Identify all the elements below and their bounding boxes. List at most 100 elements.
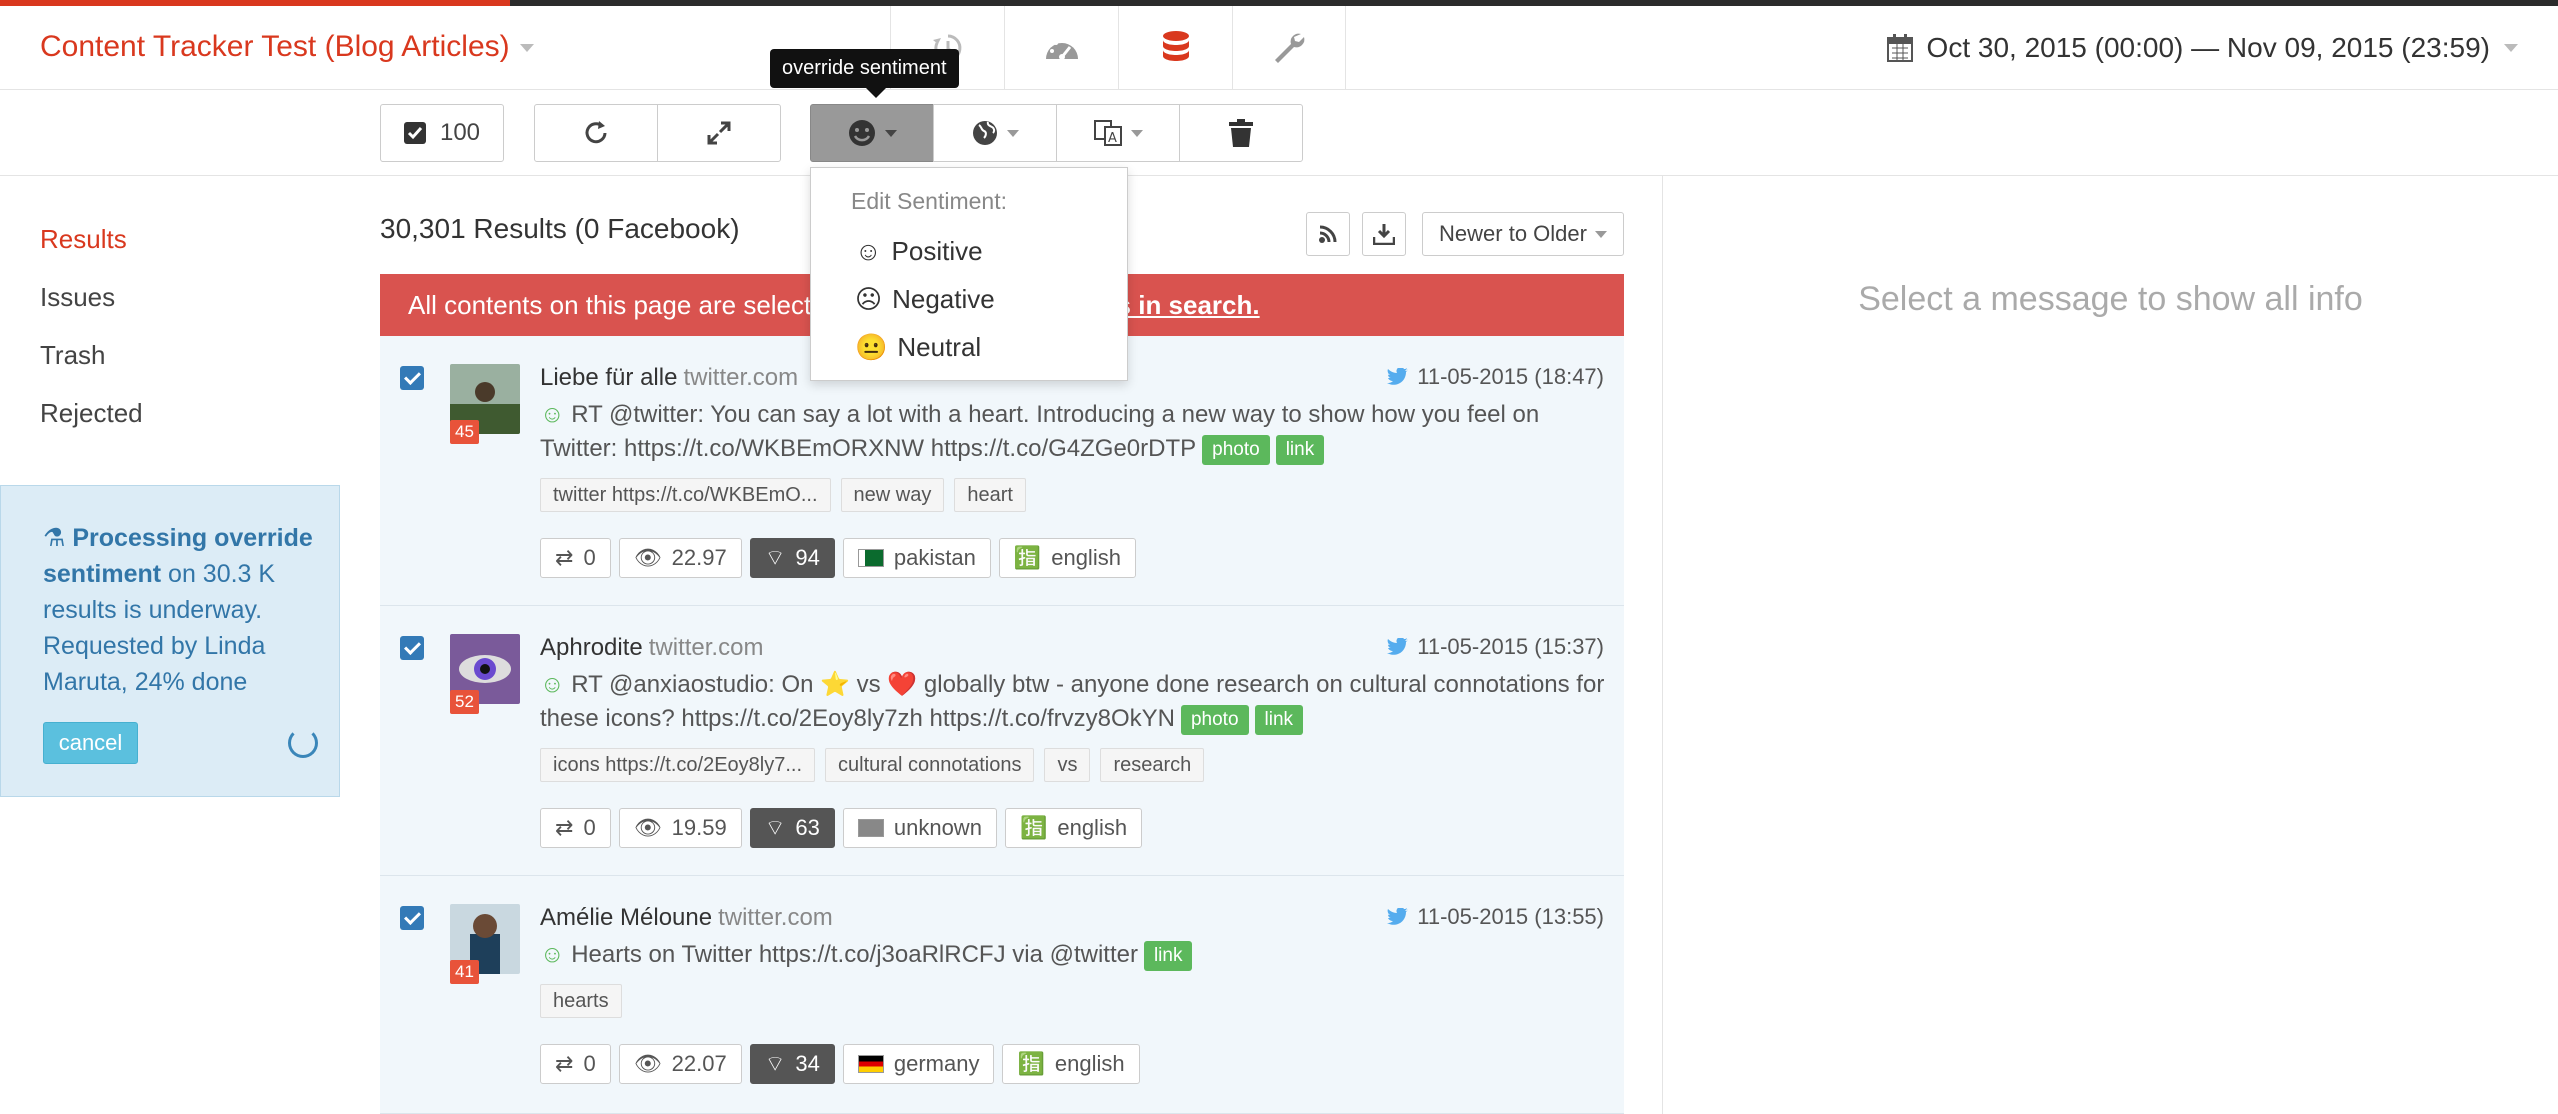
translate-icon: A (1094, 120, 1122, 146)
author-name[interactable]: Liebe für alle (540, 364, 677, 391)
chevron-down-icon (1131, 129, 1143, 137)
post-time-text: 11-05-2015 (13:55) (1417, 904, 1604, 929)
sidebar-item-issues[interactable]: Issues (40, 282, 143, 340)
sentiment-option-negative[interactable]: ☹ Negative (855, 275, 1127, 323)
sidebar-nav: Results Issues Trash Rejected (40, 224, 143, 456)
checkbox-icon (403, 122, 426, 144)
sidebar-item-rejected[interactable]: Rejected (40, 398, 143, 456)
tag[interactable]: hearts (540, 984, 622, 1018)
eye-icon: 👁 (633, 815, 662, 840)
select-all-button[interactable]: 100 (380, 104, 504, 162)
stat-row: ⇄ 0 👁 22.97 ⌔ 94 pakistan 🈯 english (540, 538, 1136, 578)
project-title: Content Tracker Test (Blog Articles) (40, 30, 510, 63)
app-header: Content Tracker Test (Blog Articles) Oct… (0, 6, 2558, 90)
message-text: ☺ Hearts on Twitter https://t.co/j3oaRlR… (540, 938, 1614, 972)
download-button[interactable] (1362, 212, 1406, 256)
language-stat[interactable]: 🈯 english (998, 538, 1136, 578)
language-stat[interactable]: 🈯 english (1002, 1044, 1140, 1084)
tag[interactable]: cultural connotations (825, 748, 1035, 782)
sidebar-item-trash[interactable]: Trash (40, 340, 143, 398)
chevron-down-icon (1007, 129, 1019, 137)
cancel-button[interactable]: cancel (43, 722, 138, 764)
retweet-icon: ⇄ (555, 1051, 574, 1076)
list-item[interactable]: 41 Amélie Méloune twitter.com 11-05-2015 … (380, 876, 1624, 1114)
tag[interactable]: twitter https://t.co/WKBEmO... (540, 478, 831, 512)
views-stat[interactable]: 👁 19.59 (618, 808, 742, 848)
tag-list: hearts (540, 984, 622, 1018)
post-time: 11-05-2015 (15:37) (1387, 634, 1604, 660)
flag-pakistan-icon (857, 549, 884, 567)
country-button[interactable] (933, 104, 1057, 162)
flag-germany-icon (857, 1055, 884, 1073)
expand-button[interactable] (657, 104, 781, 162)
sort-select[interactable]: Newer to Older (1422, 212, 1624, 256)
view-button-group (534, 104, 781, 162)
tag[interactable]: vs (1044, 748, 1091, 782)
tag[interactable]: new way (840, 478, 945, 512)
item-checkbox[interactable] (400, 636, 424, 660)
project-selector[interactable]: Content Tracker Test (Blog Articles) (40, 30, 534, 64)
views-stat[interactable]: 👁 22.07 (618, 1044, 742, 1084)
sentiment-option-neutral[interactable]: 😐 Neutral (855, 323, 1127, 371)
eye-icon: 👁 (633, 545, 662, 570)
post-time-text: 11-05-2015 (18:47) (1417, 364, 1604, 389)
sidebar-item-results[interactable]: Results (40, 224, 143, 282)
chevron-down-icon (885, 129, 897, 137)
label-photo: photo (1180, 704, 1249, 735)
translate-icon: 🈯 (1019, 815, 1048, 840)
item-checkbox[interactable] (400, 366, 424, 390)
rss-button[interactable] (1306, 212, 1350, 256)
date-range-picker[interactable]: Oct 30, 2015 (00:00) — Nov 09, 2015 (23:… (1886, 32, 2518, 64)
twitter-icon (1387, 368, 1409, 385)
positive-sentiment-icon: ☺ (540, 671, 565, 698)
smile-icon: ☺ (855, 235, 882, 266)
post-time: 11-05-2015 (18:47) (1387, 364, 1604, 390)
sentiment-button[interactable] (810, 104, 934, 162)
tag[interactable]: research (1100, 748, 1205, 782)
retweet-stat[interactable]: ⇄ 0 (540, 538, 611, 578)
unknown-flag-icon (857, 819, 884, 837)
download-icon (1373, 224, 1395, 245)
retweet-stat[interactable]: ⇄ 0 (540, 1044, 611, 1084)
author-source: twitter.com (683, 364, 799, 391)
stat-row: ⇄ 0 👁 22.07 ⌔ 34 germany 🈯 english (540, 1044, 1140, 1084)
language-button[interactable]: A (1056, 104, 1180, 162)
trash-button[interactable] (1179, 104, 1303, 162)
views-stat[interactable]: 👁 22.97 (618, 538, 742, 578)
dashboard-button[interactable] (1004, 6, 1118, 90)
post-time: 11-05-2015 (13:55) (1387, 904, 1604, 930)
detail-pane: Select a message to show all info (1662, 176, 2558, 1114)
country-stat[interactable]: unknown (842, 808, 997, 848)
item-checkbox[interactable] (400, 906, 424, 930)
dashboard-icon (1045, 38, 1078, 60)
tag-list: icons https://t.co/2Eoy8ly7... cultural … (540, 748, 1205, 782)
retweet-stat[interactable]: ⇄ 0 (540, 808, 611, 848)
author-name[interactable]: Aphrodite (540, 634, 643, 661)
label-link: link (1143, 940, 1193, 971)
wifi-icon: ⌔ (764, 815, 786, 840)
reach-stat[interactable]: ⌔ 94 (749, 538, 835, 578)
alert-text: All contents on this page are select (408, 290, 812, 320)
country-stat[interactable]: pakistan (842, 538, 991, 578)
tag[interactable]: icons https://t.co/2Eoy8ly7... (540, 748, 816, 782)
message-text: ☺ RT @twitter: You can say a lot with a … (540, 398, 1614, 466)
tag[interactable]: heart (954, 478, 1026, 512)
list-item[interactable]: 52 Aphrodite twitter.com 11-05-2015 (15:3… (380, 606, 1624, 876)
chevron-down-icon (519, 44, 534, 53)
country-stat[interactable]: germany (842, 1044, 995, 1084)
settings-button[interactable] (1232, 6, 1346, 90)
positive-sentiment-icon: ☺ (540, 941, 565, 968)
sentiment-option-positive[interactable]: ☺ Positive (855, 227, 1127, 275)
author-name[interactable]: Amélie Méloune (540, 904, 712, 931)
twitter-icon (1387, 638, 1409, 655)
expand-icon (707, 121, 731, 145)
reach-stat[interactable]: ⌔ 63 (749, 808, 835, 848)
author-line: Aphrodite twitter.com (540, 634, 763, 662)
translate-icon: 🈯 (1013, 545, 1042, 570)
author-source: twitter.com (648, 634, 764, 661)
refresh-button[interactable] (534, 104, 658, 162)
language-stat[interactable]: 🈯 english (1004, 808, 1143, 848)
reach-stat[interactable]: ⌔ 34 (749, 1044, 835, 1084)
database-button[interactable] (1118, 6, 1232, 90)
label-link: link (1254, 704, 1304, 735)
